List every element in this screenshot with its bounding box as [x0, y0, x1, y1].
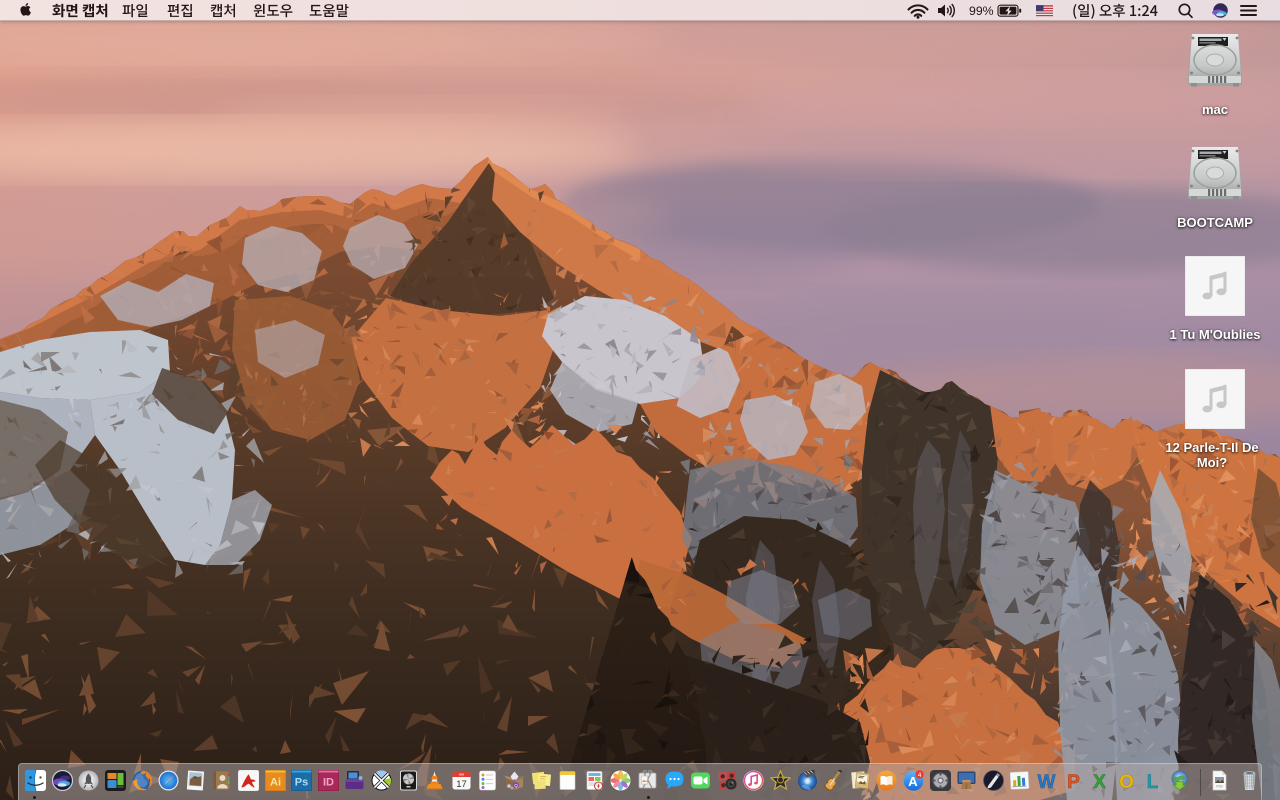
svg-text:17: 17 — [456, 779, 467, 790]
svg-text:4: 4 — [918, 772, 922, 779]
svg-text:P: P — [1067, 772, 1080, 791]
svg-text:Ai: Ai — [270, 777, 281, 789]
svg-text:Q: Q — [514, 783, 518, 788]
svg-text:PSD: PSD — [1216, 785, 1223, 789]
svg-text:O: O — [1119, 772, 1134, 791]
svg-text:X: X — [1093, 772, 1106, 791]
svg-text:W: W — [1038, 772, 1056, 791]
svg-text:99%: 99% — [969, 4, 994, 18]
svg-text:ID: ID — [323, 777, 334, 789]
svg-text:Ps: Ps — [295, 777, 308, 789]
svg-text:L: L — [1147, 772, 1159, 791]
